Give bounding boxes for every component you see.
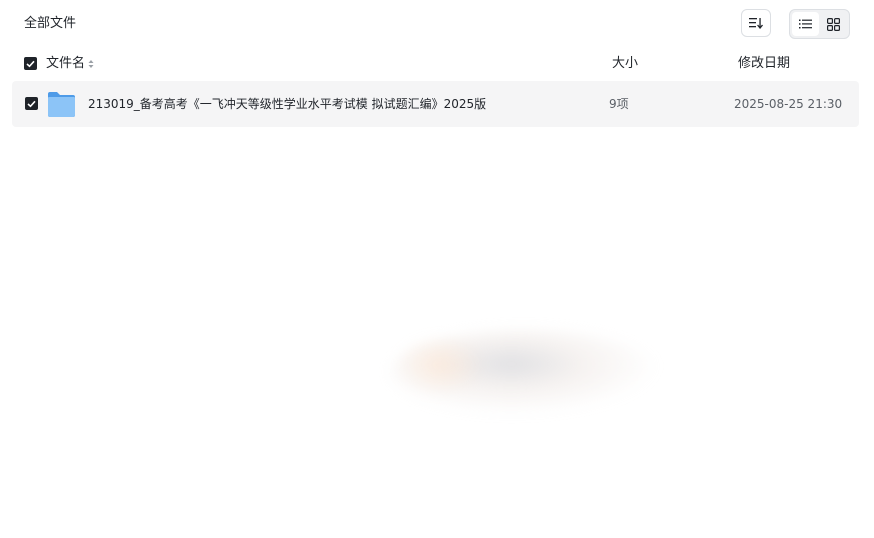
- file-browser: 全部文件 文件名 大小 修改日期 213019_备考高考《一飞冲天等级性学业水平…: [0, 0, 874, 538]
- sort-button[interactable]: [741, 9, 771, 37]
- select-all-checkbox[interactable]: [24, 57, 37, 70]
- column-header-name-label: 文件名: [46, 56, 86, 71]
- folder-icon: [48, 92, 75, 117]
- grid-view-button[interactable]: [821, 12, 848, 36]
- column-header-date[interactable]: 修改日期: [738, 54, 790, 74]
- file-row-checkbox[interactable]: [25, 97, 38, 110]
- file-row[interactable]: 213019_备考高考《一飞冲天等级性学业水平考试模 拟试题汇编》2025版 9…: [12, 81, 859, 127]
- decorative-blur-warm: [395, 335, 485, 395]
- grid-view-icon: [827, 17, 841, 31]
- column-header-size[interactable]: 大小: [612, 54, 638, 74]
- list-view-icon: [798, 19, 812, 29]
- list-view-button[interactable]: [792, 12, 819, 36]
- check-icon: [27, 100, 36, 107]
- column-header-row: 文件名 大小 修改日期: [24, 54, 858, 74]
- file-modified-date: 2025-08-25 21:30: [734, 97, 843, 111]
- sort-descending-icon: [749, 18, 763, 29]
- column-header-name[interactable]: 文件名: [46, 54, 94, 74]
- view-toggle: [789, 9, 850, 39]
- file-size: 9项: [609, 97, 629, 111]
- breadcrumb[interactable]: 全部文件: [24, 14, 76, 34]
- sort-toggle-icon: [88, 60, 94, 68]
- check-icon: [26, 60, 35, 67]
- file-name[interactable]: 213019_备考高考《一飞冲天等级性学业水平考试模 拟试题汇编》2025版: [88, 94, 486, 114]
